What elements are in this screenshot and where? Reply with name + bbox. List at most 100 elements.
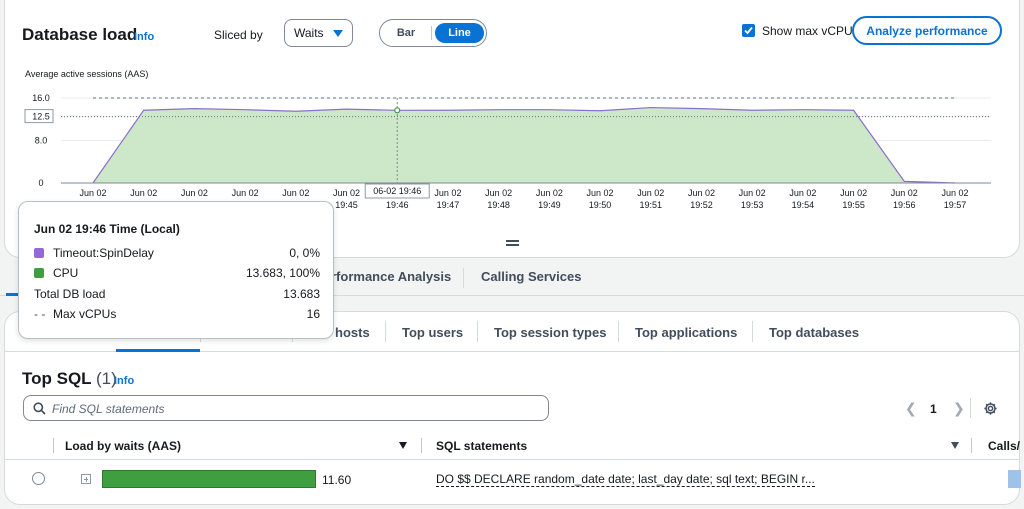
load-value: 11.60 xyxy=(322,473,352,487)
x-tick-date: Jun 02 xyxy=(587,188,614,198)
spindelay-swatch xyxy=(34,248,44,258)
pager-divider xyxy=(970,398,971,418)
tab-top-databases[interactable]: Top databases xyxy=(769,325,859,340)
column-header-sql[interactable]: SQL statements xyxy=(436,439,527,453)
load-bar xyxy=(102,470,316,488)
expand-row-icon[interactable] xyxy=(81,474,91,484)
x-tick-time: 19:57 xyxy=(944,200,967,210)
x-tick-date: Jun 02 xyxy=(130,188,157,198)
top-sql-title-text: Top SQL xyxy=(22,369,92,388)
sliced-by-select[interactable]: Waits xyxy=(284,19,353,47)
tab-top-session-types[interactable]: Top session types xyxy=(494,325,606,340)
y-tick-label: 8.0 xyxy=(35,136,48,146)
x-tick-date: Jun 02 xyxy=(282,188,309,198)
top-sql-title: Top SQL (1) xyxy=(22,369,117,389)
resize-handle-icon[interactable] xyxy=(506,240,519,247)
tooltip-value: 13.683, 100% xyxy=(245,266,320,280)
sort-icon[interactable] xyxy=(951,442,959,449)
tab-divider xyxy=(752,321,753,342)
x-tick-time: 19:55 xyxy=(842,200,865,210)
tab-divider xyxy=(618,321,619,342)
tab-divider xyxy=(463,268,464,288)
bar-view-button[interactable]: Bar xyxy=(384,23,428,43)
x-tick-time: 19:52 xyxy=(690,200,713,210)
top-sql-info-link[interactable]: Info xyxy=(114,375,134,387)
tooltip-value: 16 xyxy=(306,307,320,321)
tooltip-label: Max vCPUs xyxy=(53,307,117,321)
db-load-title: Database load xyxy=(22,25,138,44)
x-tick-date: Jun 02 xyxy=(434,188,461,198)
x-tick-time: 19:50 xyxy=(589,200,612,210)
show-max-vcpu-checkbox[interactable] xyxy=(742,24,755,37)
tab-divider xyxy=(477,321,478,342)
x-tick-date: Jun 02 xyxy=(181,188,208,198)
row-select-radio[interactable] xyxy=(32,472,45,485)
hover-x-label: 06-02 19:46 xyxy=(373,186,421,196)
tab-top-users[interactable]: Top users xyxy=(402,325,463,340)
tab-divider xyxy=(385,321,386,342)
tooltip-label: CPU xyxy=(53,266,79,280)
db-load-info-link[interactable]: Info xyxy=(134,31,154,43)
y-tick-label: 16.0 xyxy=(32,93,50,103)
tab-top-applications[interactable]: Top applications xyxy=(635,325,737,340)
current-page[interactable]: 1 xyxy=(930,402,937,416)
x-tick-date: Jun 02 xyxy=(536,188,563,198)
column-header-load[interactable]: Load by waits (AAS) xyxy=(65,439,181,453)
x-tick-time: 19:47 xyxy=(437,200,460,210)
next-page-icon[interactable]: ❯ xyxy=(953,400,965,417)
sliced-by-label: Sliced by xyxy=(214,28,263,42)
x-tick-date: Jun 02 xyxy=(789,188,816,198)
y-tick-label: 0 xyxy=(38,178,43,188)
x-tick-date: Jun 02 xyxy=(79,188,106,198)
sql-search-input[interactable] xyxy=(52,400,532,417)
tab-top-hosts[interactable]: hosts xyxy=(335,325,370,340)
x-tick-time: 19:46 xyxy=(386,200,409,210)
segment-divider xyxy=(431,26,432,40)
prev-page-icon[interactable]: ❮ xyxy=(905,400,917,417)
tooltip-row-cpu: CPU 13.683, 100% xyxy=(34,266,320,280)
tab-performance-analysis[interactable]: rformance Analysis xyxy=(331,269,451,284)
x-tick-date: Jun 02 xyxy=(637,188,664,198)
x-tick-time: 19:49 xyxy=(538,200,561,210)
tooltip-title: Jun 02 19:46 Time (Local) xyxy=(34,222,180,236)
tab-calling-services[interactable]: Calling Services xyxy=(481,269,581,284)
sql-statement-link[interactable]: DO $$ DECLARE random_date date; last_day… xyxy=(436,473,815,487)
sql-search-box xyxy=(23,395,549,421)
dashed-line-icon: - - xyxy=(34,307,46,321)
tooltip-row-spindelay: Timeout:SpinDelay 0, 0% xyxy=(34,246,320,260)
table-row[interactable]: 11.60 DO $$ DECLARE random_date date; la… xyxy=(5,461,1021,493)
db-load-chart[interactable]: 0 8.0 12.5 16.0 Jun 02 Jun 02 Jun 02 Jun 02 Jun … xyxy=(5,80,1015,220)
column-divider xyxy=(971,438,972,453)
x-tick-date: Jun 02 xyxy=(688,188,715,198)
x-tick-date: Jun 02 xyxy=(485,188,512,198)
analyze-performance-button[interactable]: Analyze performance xyxy=(852,16,1002,45)
calls-bar xyxy=(1008,470,1021,488)
x-tick-date: Jun 02 xyxy=(232,188,259,198)
sliced-by-value: Waits xyxy=(294,26,324,40)
x-tick-date: Jun 02 xyxy=(333,188,360,198)
x-tick-date: Jun 02 xyxy=(941,188,968,198)
y-tick-label: 12.5 xyxy=(32,112,50,122)
search-icon xyxy=(33,402,46,415)
active-tab-indicator xyxy=(116,349,200,352)
caret-down-icon xyxy=(333,30,343,37)
column-divider xyxy=(421,438,422,453)
line-view-button[interactable]: Line xyxy=(435,23,484,43)
x-tick-time: 19:48 xyxy=(487,200,510,210)
y-axis-label: Average active sessions (AAS) xyxy=(25,69,149,79)
x-tick-time: 19:51 xyxy=(639,200,662,210)
active-tab-indicator xyxy=(6,293,18,296)
sort-descending-icon[interactable] xyxy=(399,442,407,449)
view-segmented-control: Bar Line xyxy=(379,19,487,47)
chart-tooltip: Jun 02 19:46 Time (Local) Timeout:SpinDe… xyxy=(18,201,334,339)
table-header: Load by waits (AAS) SQL statements Calls… xyxy=(5,430,1020,460)
x-tick-time: 19:53 xyxy=(741,200,764,210)
tooltip-row-total: Total DB load 13.683 xyxy=(34,287,320,301)
column-header-calls[interactable]: Calls/ xyxy=(988,439,1020,453)
checkmark-icon xyxy=(744,26,753,35)
gear-icon[interactable] xyxy=(983,401,998,416)
tooltip-row-max-vcpu: - - Max vCPUs 16 xyxy=(34,307,320,321)
hover-point xyxy=(394,107,401,114)
show-max-vcpu-label[interactable]: Show max vCPU xyxy=(762,24,853,38)
x-tick-time: 19:45 xyxy=(335,200,358,210)
